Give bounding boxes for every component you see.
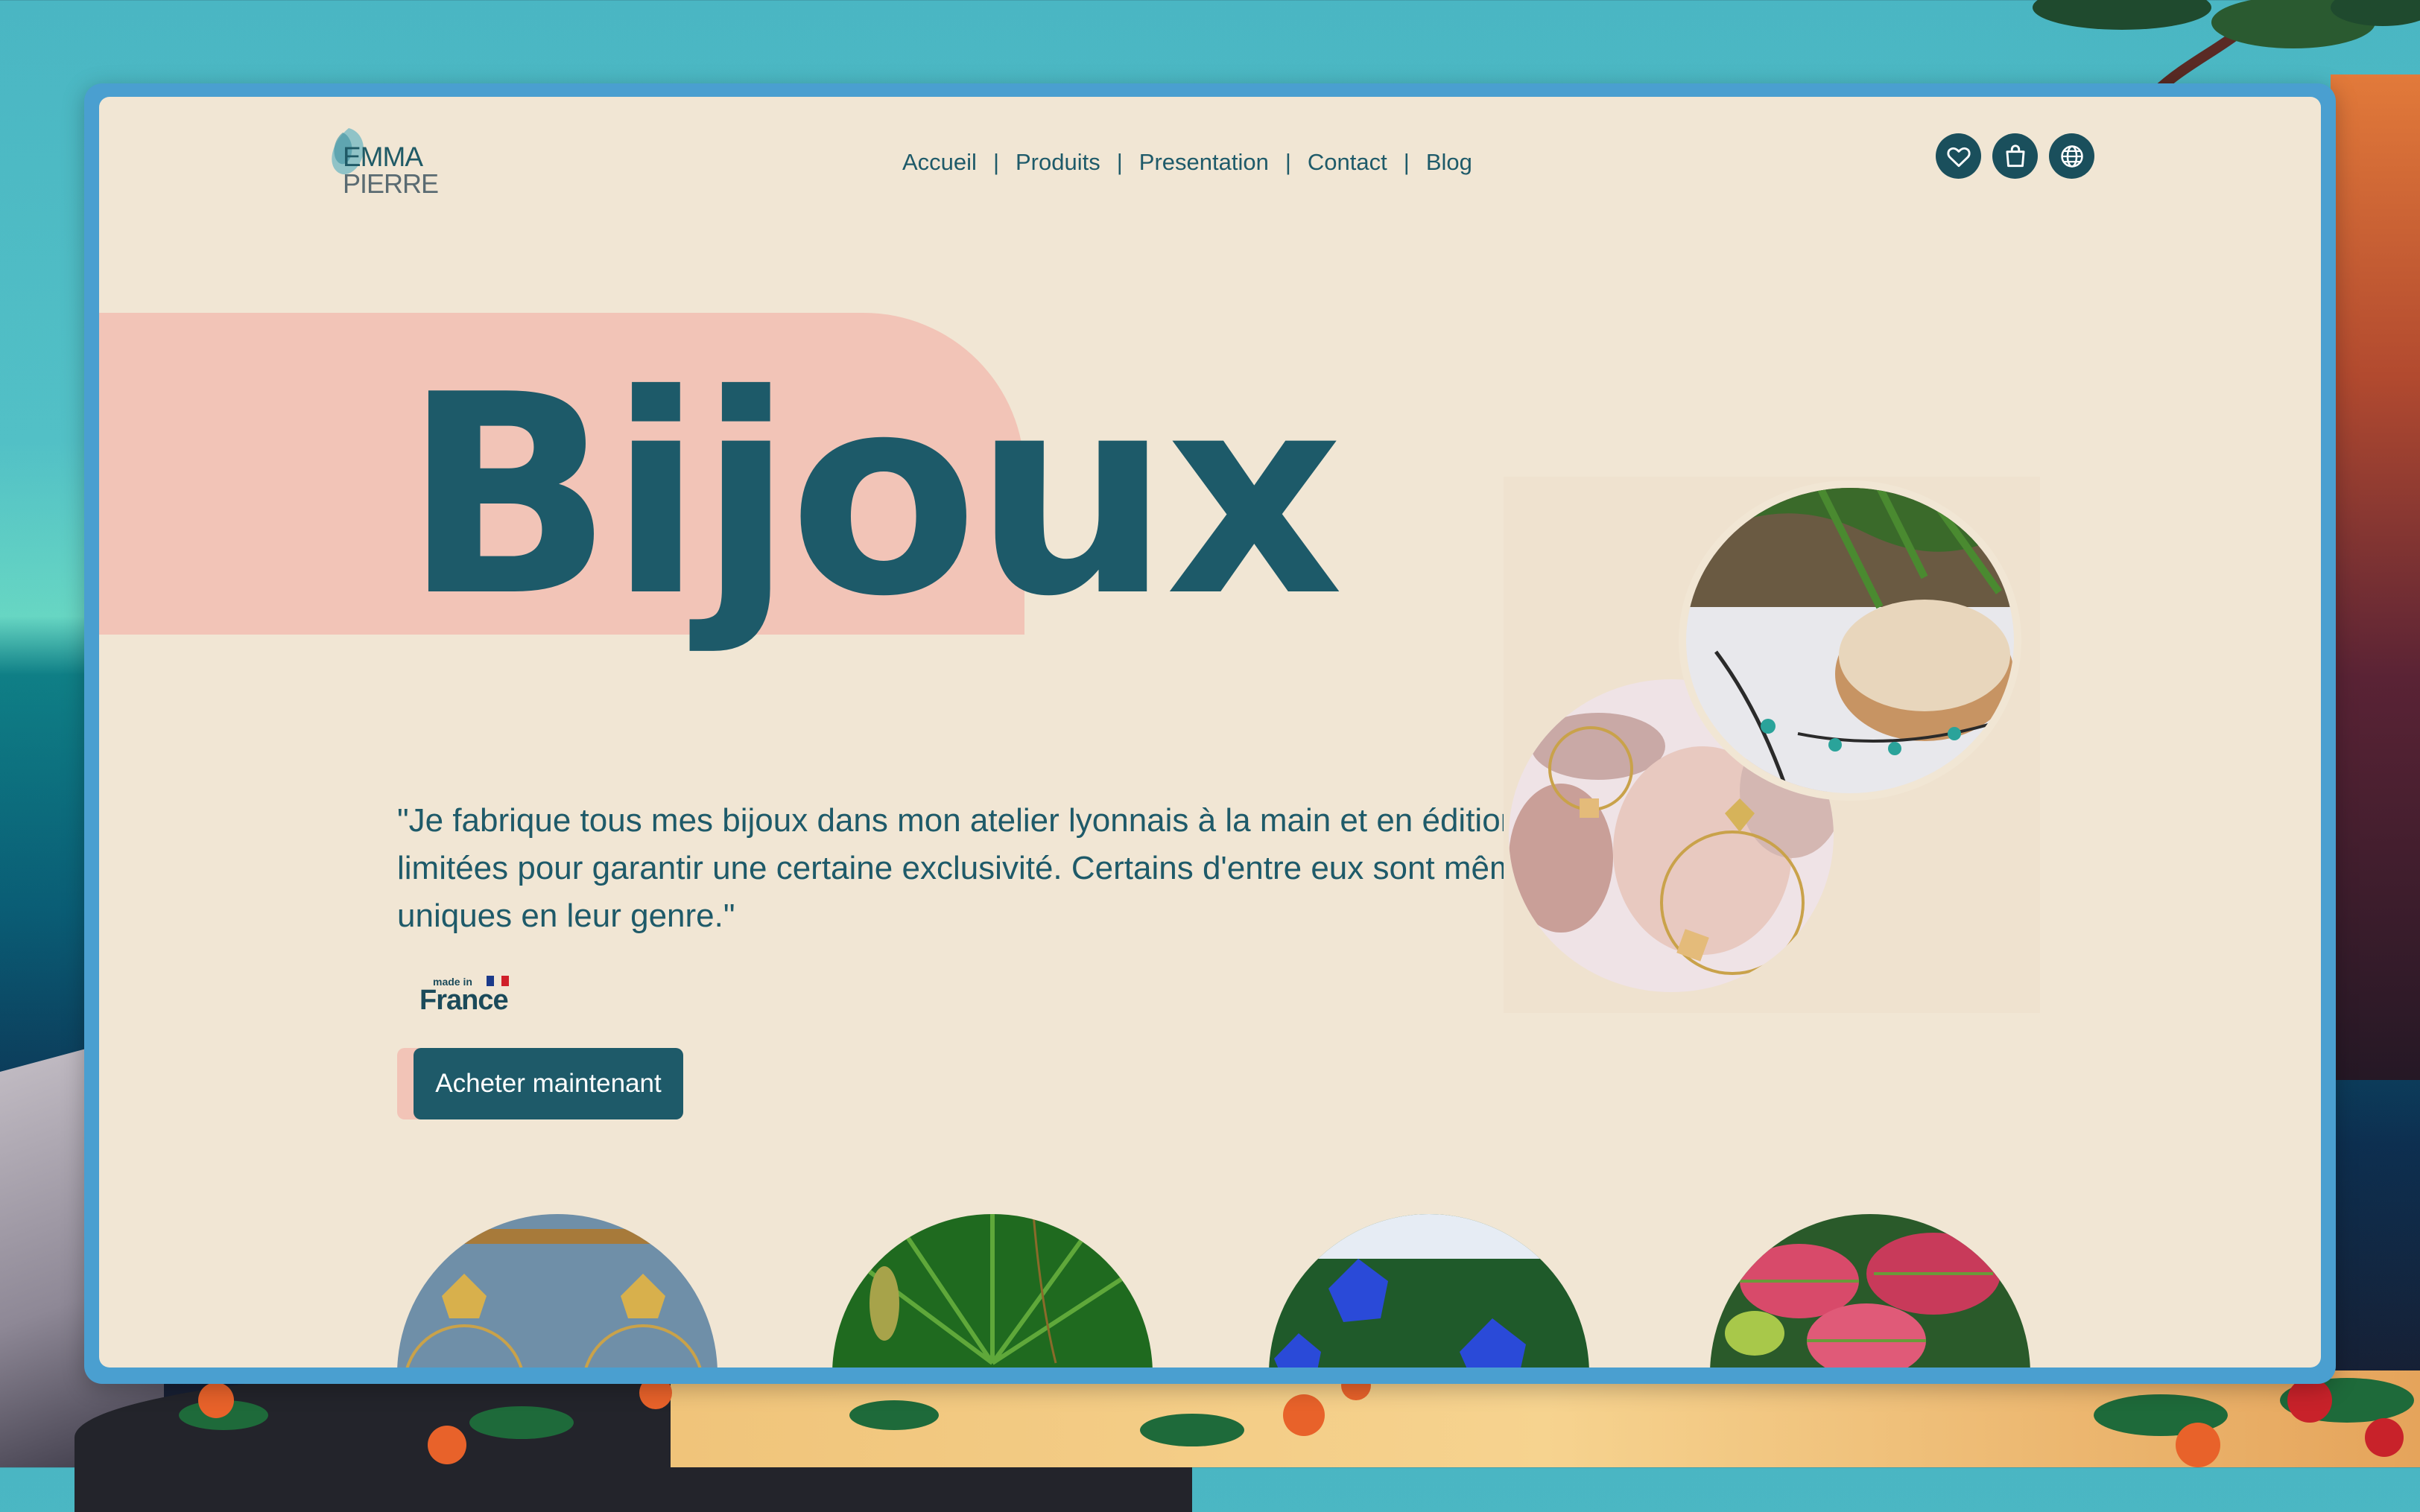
browser-window: EMMA PIERRE Accueil | Produits | Present… [84, 83, 2336, 1384]
nav-separator: | [1285, 149, 1291, 175]
nav-separator: | [1403, 149, 1410, 175]
main-nav: Accueil | Produits | Presentation | Cont… [902, 147, 1472, 177]
wallpaper-flowers [179, 1370, 2414, 1467]
nav-contact[interactable]: Contact [1308, 149, 1387, 176]
web-page: EMMA PIERRE Accueil | Produits | Present… [99, 97, 2321, 1368]
nav-presentation[interactable]: Presentation [1139, 149, 1269, 176]
category-thumbnail-blue-flowers[interactable] [1269, 1214, 1589, 1368]
hero-quote: "Je fabrique tous mes bijoux dans mon at… [397, 802, 1536, 934]
shopping-bag-icon [2005, 144, 2025, 167]
hero-title: Bijoux [403, 337, 1343, 657]
category-thumbnail-earrings[interactable] [397, 1214, 718, 1368]
category-thumbnail-red-leaves[interactable] [1710, 1214, 2030, 1368]
wishlist-button[interactable] [1936, 133, 1981, 179]
bracelets-display-photo [1679, 480, 2021, 801]
buy-now-button[interactable]: Acheter maintenant [414, 1048, 683, 1119]
wallpaper-rock-right [2331, 74, 2420, 1080]
nav-accueil[interactable]: Accueil [902, 149, 977, 176]
header-icons [1936, 133, 2094, 179]
nav-separator: | [992, 149, 999, 175]
made-in-france-badge: made in France [419, 976, 539, 1028]
heart-icon [1946, 147, 1971, 167]
globe-icon [2060, 144, 2083, 168]
badge-france: France [419, 985, 509, 1016]
cart-button[interactable] [1992, 133, 2038, 179]
site-logo[interactable]: EMMA PIERRE [325, 121, 439, 199]
category-thumbnail-necklaces[interactable] [832, 1214, 1153, 1368]
logo-text-line2: PIERRE [343, 168, 439, 199]
nav-separator: | [1116, 149, 1123, 175]
language-button[interactable] [2049, 133, 2094, 179]
nav-produits[interactable]: Produits [1016, 149, 1100, 176]
nav-blog[interactable]: Blog [1426, 149, 1472, 176]
